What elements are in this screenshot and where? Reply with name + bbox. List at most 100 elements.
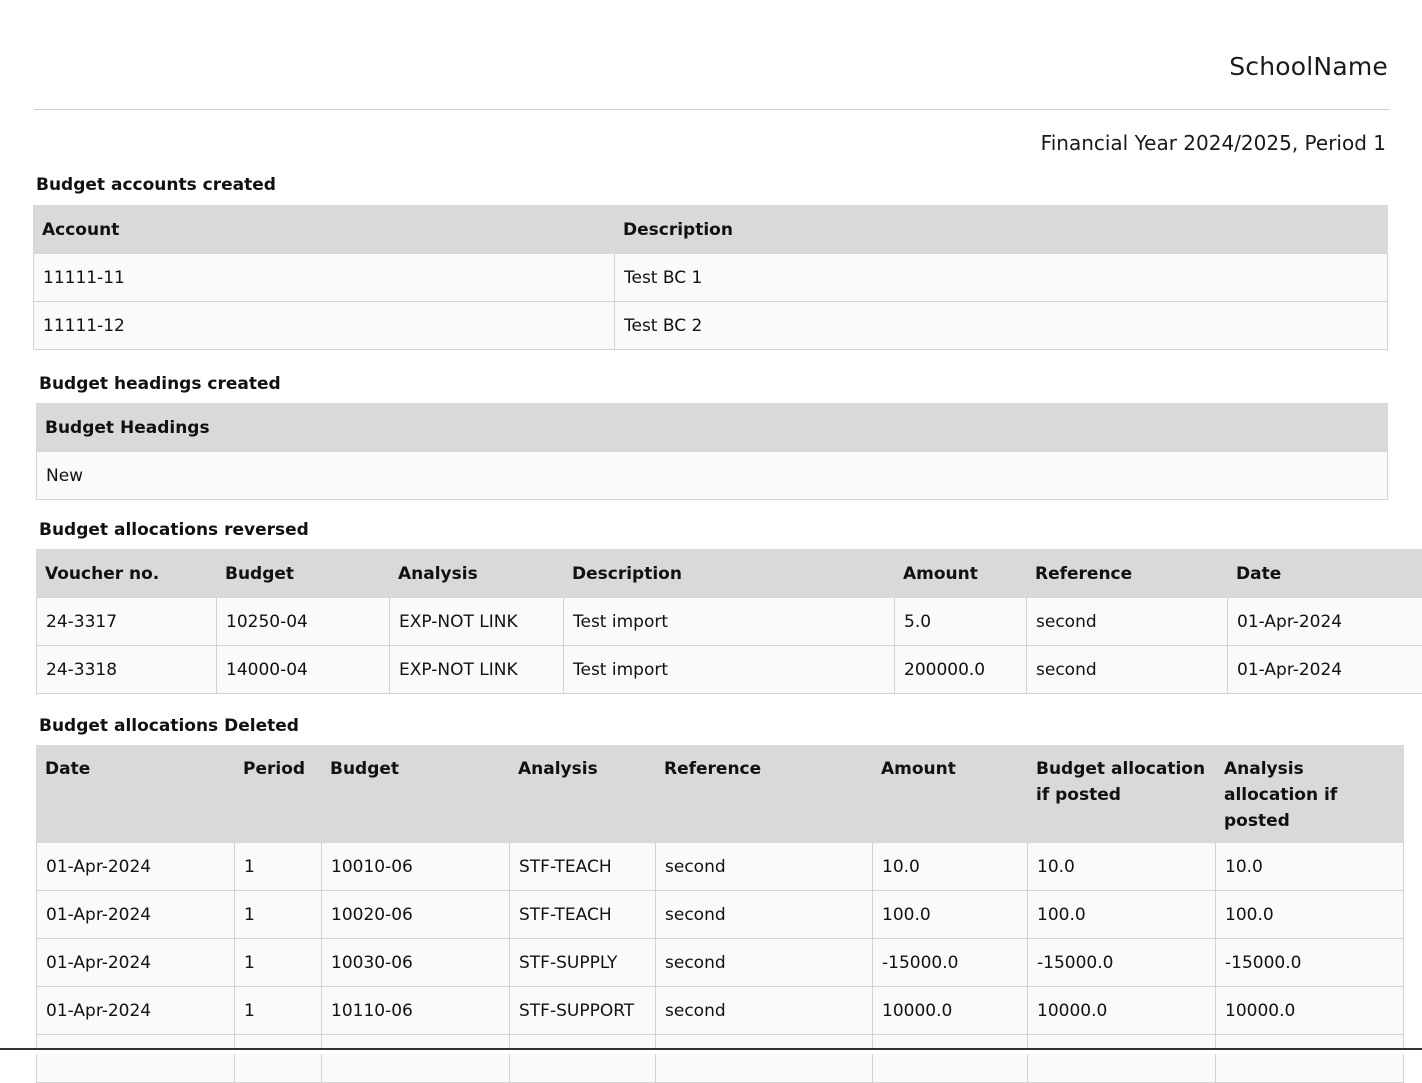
table-row: 24-3318 14000-04 EXP-NOT LINK Test impor… <box>37 646 1422 694</box>
table-cell: STF-SUPPORT <box>510 987 656 1035</box>
column-header: Description <box>615 206 1388 254</box>
deleted-table: Date Period Budget Analysis Reference Am… <box>36 745 1404 1083</box>
table-cell: 10000.0 <box>1028 987 1216 1035</box>
table-cell: second <box>656 939 873 987</box>
column-header: Reference <box>656 746 873 843</box>
column-header: Analysis allocation if posted <box>1216 746 1404 843</box>
table-cell: STF-SUPPLY <box>510 939 656 987</box>
table-header-row: Date Period Budget Analysis Reference Am… <box>37 746 1404 843</box>
table-cell: 01-Apr-2024 <box>37 939 235 987</box>
table-cell: Test import <box>564 598 895 646</box>
table-cell: 10010-06 <box>322 843 510 891</box>
column-header: Analysis <box>510 746 656 843</box>
school-name: SchoolName <box>1229 52 1388 81</box>
table-cell: EXP-NOT LINK <box>390 598 564 646</box>
column-header: Reference <box>1027 550 1228 598</box>
table-cell: 01-Apr-2024 <box>37 843 235 891</box>
table-cell: Test BC 2 <box>615 302 1388 350</box>
table-row: 01-Apr-2024 1 10010-06 STF-TEACH second … <box>37 843 1404 891</box>
column-header: Period <box>235 746 322 843</box>
table-row: 01-Apr-2024 1 10020-06 STF-TEACH second … <box>37 891 1404 939</box>
column-header: Date <box>37 746 235 843</box>
table-cell: -15000.0 <box>1216 939 1404 987</box>
table-cell: 10030-06 <box>322 939 510 987</box>
financial-period: Financial Year 2024/2025, Period 1 <box>1041 131 1386 155</box>
table-row: New <box>37 452 1388 500</box>
table-row: 01-Apr-2024 1 10030-06 STF-SUPPLY second… <box>37 939 1404 987</box>
table-cell: second <box>656 891 873 939</box>
column-header: Description <box>564 550 895 598</box>
table-cell <box>235 1035 322 1083</box>
table-cell: 10.0 <box>1216 843 1404 891</box>
table-cell: 100.0 <box>1216 891 1404 939</box>
column-header: Amount <box>873 746 1028 843</box>
column-header: Budget allocation if posted <box>1028 746 1216 843</box>
table-cell <box>37 1035 235 1083</box>
section-title-accounts: Budget accounts created <box>36 175 276 195</box>
header-divider <box>34 109 1389 110</box>
table-cell: second <box>1027 646 1228 694</box>
table-cell: 01-Apr-2024 <box>1228 598 1422 646</box>
table-cell: 10020-06 <box>322 891 510 939</box>
table-cell: 100.0 <box>1028 891 1216 939</box>
table-row: 11111-11 Test BC 1 <box>34 254 1388 302</box>
table-cell: EXP-NOT LINK <box>390 646 564 694</box>
table-cell: 1 <box>235 939 322 987</box>
table-cell <box>322 1035 510 1083</box>
column-header: Budget <box>322 746 510 843</box>
table-cell: 1 <box>235 987 322 1035</box>
viewport-bottom-edge <box>0 1048 1422 1054</box>
table-cell: -15000.0 <box>1028 939 1216 987</box>
table-cell: 1 <box>235 891 322 939</box>
table-cell: 01-Apr-2024 <box>1228 646 1422 694</box>
table-cell: 10.0 <box>873 843 1028 891</box>
accounts-table: Account Description 11111-11 Test BC 1 1… <box>33 205 1388 350</box>
section-title-deleted: Budget allocations Deleted <box>39 716 299 736</box>
table-cell: 10250-04 <box>217 598 390 646</box>
column-header: Account <box>34 206 615 254</box>
section-title-reversed: Budget allocations reversed <box>39 520 309 540</box>
table-cell: STF-TEACH <box>510 843 656 891</box>
table-cell: New <box>37 452 1388 500</box>
table-cell: 10110-06 <box>322 987 510 1035</box>
table-cell <box>1028 1035 1216 1083</box>
table-header-row: Budget Headings <box>37 404 1388 452</box>
column-header: Date <box>1228 550 1422 598</box>
column-header: Amount <box>895 550 1027 598</box>
column-header: Voucher no. <box>37 550 217 598</box>
table-cell: 01-Apr-2024 <box>37 987 235 1035</box>
table-cell: Test BC 1 <box>615 254 1388 302</box>
column-header: Budget Headings <box>37 404 1388 452</box>
table-cell: 11111-12 <box>34 302 615 350</box>
table-cell <box>510 1035 656 1083</box>
table-row: 11111-12 Test BC 2 <box>34 302 1388 350</box>
table-cell: 200000.0 <box>895 646 1027 694</box>
section-title-headings: Budget headings created <box>39 374 281 394</box>
table-cell: 01-Apr-2024 <box>37 891 235 939</box>
headings-table: Budget Headings New <box>36 403 1388 500</box>
table-cell: 10000.0 <box>1216 987 1404 1035</box>
table-cell: 11111-11 <box>34 254 615 302</box>
table-cell: 5.0 <box>895 598 1027 646</box>
table-row <box>37 1035 1404 1083</box>
table-cell: 100.0 <box>873 891 1028 939</box>
table-cell <box>656 1035 873 1083</box>
table-cell <box>1216 1035 1404 1083</box>
table-cell: 10000.0 <box>873 987 1028 1035</box>
table-cell: 14000-04 <box>217 646 390 694</box>
table-cell: STF-TEACH <box>510 891 656 939</box>
table-cell <box>873 1035 1028 1083</box>
table-row: 01-Apr-2024 1 10110-06 STF-SUPPORT secon… <box>37 987 1404 1035</box>
table-cell: 24-3317 <box>37 598 217 646</box>
column-header: Analysis <box>390 550 564 598</box>
table-cell: second <box>656 843 873 891</box>
reversed-table: Voucher no. Budget Analysis Description … <box>36 549 1422 694</box>
table-cell: second <box>1027 598 1228 646</box>
table-header-row: Voucher no. Budget Analysis Description … <box>37 550 1422 598</box>
table-cell: 1 <box>235 843 322 891</box>
table-cell: second <box>656 987 873 1035</box>
table-cell: 24-3318 <box>37 646 217 694</box>
table-cell: 10.0 <box>1028 843 1216 891</box>
table-row: 24-3317 10250-04 EXP-NOT LINK Test impor… <box>37 598 1422 646</box>
table-header-row: Account Description <box>34 206 1388 254</box>
